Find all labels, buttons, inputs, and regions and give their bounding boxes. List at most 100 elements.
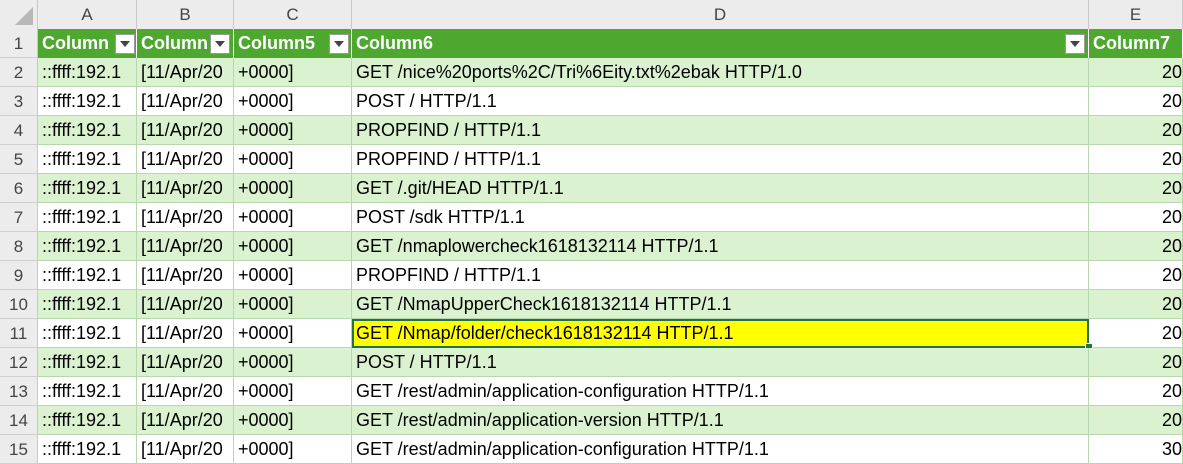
row-header-6[interactable]: 6 [0, 174, 38, 203]
cell-b[interactable]: [11/Apr/20 [137, 261, 234, 290]
row-header-14[interactable]: 14 [0, 406, 38, 435]
cell-e[interactable]: 30 [1089, 435, 1183, 464]
cell-e[interactable]: 20 [1089, 203, 1183, 232]
row-header-7[interactable]: 7 [0, 203, 38, 232]
row-header-11[interactable]: 11 [0, 319, 38, 348]
cell-e[interactable]: 20 [1089, 116, 1183, 145]
cell-c[interactable]: +0000] [234, 290, 352, 319]
cell-b[interactable]: [11/Apr/20 [137, 116, 234, 145]
column-header-e[interactable]: E [1089, 0, 1183, 29]
cell-c[interactable]: +0000] [234, 319, 352, 348]
cell-b[interactable]: [11/Apr/20 [137, 406, 234, 435]
row-header-5[interactable]: 5 [0, 145, 38, 174]
cell-e[interactable]: 20 [1089, 145, 1183, 174]
cell-c[interactable]: +0000] [234, 203, 352, 232]
cell-b[interactable]: [11/Apr/20 [137, 348, 234, 377]
row-header-12[interactable]: 12 [0, 348, 38, 377]
cell-b[interactable]: [11/Apr/20 [137, 203, 234, 232]
cell-d[interactable]: GET /rest/admin/application-configuratio… [352, 377, 1089, 406]
table-row: ::ffff:192.1 [11/Apr/20 +0000] GET /nice%20… [38, 58, 1183, 87]
cell-b[interactable]: [11/Apr/20 [137, 435, 234, 464]
cell-c[interactable]: +0000] [234, 435, 352, 464]
header-cell-column6[interactable]: Column6 [352, 29, 1089, 58]
cell-a[interactable]: ::ffff:192.1 [38, 116, 137, 145]
cell-d[interactable]: GET /rest/admin/application-configuratio… [352, 435, 1089, 464]
filter-dropdown-icon[interactable] [115, 34, 135, 54]
row-header-13[interactable]: 13 [0, 377, 38, 406]
cell-e[interactable]: 20 [1089, 348, 1183, 377]
row-header-4[interactable]: 4 [0, 116, 38, 145]
row-header-9[interactable]: 9 [0, 261, 38, 290]
column-header-c[interactable]: C [234, 0, 352, 29]
cell-d[interactable]: GET /nmaplowercheck1618132114 HTTP/1.1 [352, 232, 1089, 261]
cell-c[interactable]: +0000] [234, 174, 352, 203]
cell-c[interactable]: +0000] [234, 87, 352, 116]
cell-b[interactable]: [11/Apr/20 [137, 87, 234, 116]
column-header-a[interactable]: A [38, 0, 137, 29]
cell-d[interactable]: POST /sdk HTTP/1.1 [352, 203, 1089, 232]
cell-a[interactable]: ::ffff:192.1 [38, 261, 137, 290]
cell-e[interactable]: 20 [1089, 58, 1183, 87]
cell-d[interactable]: GET /NmapUpperCheck1618132114 HTTP/1.1 [352, 290, 1089, 319]
filter-dropdown-icon[interactable] [1065, 34, 1085, 54]
cell-d[interactable]: PROPFIND / HTTP/1.1 [352, 145, 1089, 174]
cell-d[interactable]: POST / HTTP/1.1 [352, 348, 1089, 377]
cell-a[interactable]: ::ffff:192.1 [38, 348, 137, 377]
cell-c[interactable]: +0000] [234, 406, 352, 435]
row-header-3[interactable]: 3 [0, 87, 38, 116]
cell-b[interactable]: [11/Apr/20 [137, 58, 234, 87]
cell-a[interactable]: ::ffff:192.1 [38, 145, 137, 174]
cell-d[interactable]: PROPFIND / HTTP/1.1 [352, 261, 1089, 290]
cell-a[interactable]: ::ffff:192.1 [38, 174, 137, 203]
select-all-button[interactable] [0, 0, 38, 29]
cell-c[interactable]: +0000] [234, 145, 352, 174]
cell-b[interactable]: [11/Apr/20 [137, 290, 234, 319]
cell-a[interactable]: ::ffff:192.1 [38, 406, 137, 435]
cell-e[interactable]: 20 [1089, 319, 1183, 348]
cell-e[interactable]: 20 [1089, 174, 1183, 203]
cell-b[interactable]: [11/Apr/20 [137, 232, 234, 261]
cell-a[interactable]: ::ffff:192.1 [38, 377, 137, 406]
column-header-d[interactable]: D [352, 0, 1089, 29]
cell-d[interactable]: POST / HTTP/1.1 [352, 87, 1089, 116]
cell-a[interactable]: ::ffff:192.1 [38, 87, 137, 116]
cell-b[interactable]: [11/Apr/20 [137, 319, 234, 348]
filter-dropdown-icon[interactable] [210, 34, 230, 54]
cell-a[interactable]: ::ffff:192.1 [38, 290, 137, 319]
cell-a[interactable]: ::ffff:192.1 [38, 203, 137, 232]
cell-d[interactable]: PROPFIND / HTTP/1.1 [352, 116, 1089, 145]
selected-cell[interactable]: GET /Nmap/folder/check1618132114 HTTP/1.… [352, 319, 1089, 348]
cell-b[interactable]: [11/Apr/20 [137, 174, 234, 203]
cell-e[interactable]: 20 [1089, 406, 1183, 435]
table-row: ::ffff:192.1 [11/Apr/20 +0000] GET /.git/HE… [38, 174, 1183, 203]
cell-a[interactable]: ::ffff:192.1 [38, 232, 137, 261]
cell-e[interactable]: 20 [1089, 290, 1183, 319]
row-header-10[interactable]: 10 [0, 290, 38, 319]
row-header-8[interactable]: 8 [0, 232, 38, 261]
cell-d[interactable]: GET /nice%20ports%2C/Tri%6Eity.txt%2ebak… [352, 58, 1089, 87]
cell-c[interactable]: +0000] [234, 116, 352, 145]
cell-c[interactable]: +0000] [234, 58, 352, 87]
cell-d[interactable]: GET /rest/admin/application-version HTTP… [352, 406, 1089, 435]
cell-c[interactable]: +0000] [234, 348, 352, 377]
cell-c[interactable]: +0000] [234, 377, 352, 406]
cell-d[interactable]: GET /.git/HEAD HTTP/1.1 [352, 174, 1089, 203]
header-cell-column7[interactable]: Column7 [1089, 29, 1183, 58]
row-header-2[interactable]: 2 [0, 58, 38, 87]
cell-a[interactable]: ::ffff:192.1 [38, 319, 137, 348]
row-header-1[interactable]: 1 [0, 29, 38, 58]
table-row: ::ffff:192.1 [11/Apr/20 +0000] PROPFIND / H… [38, 261, 1183, 290]
cell-c[interactable]: +0000] [234, 232, 352, 261]
cell-a[interactable]: ::ffff:192.1 [38, 435, 137, 464]
cell-e[interactable]: 20 [1089, 377, 1183, 406]
cell-e[interactable]: 20 [1089, 87, 1183, 116]
filter-dropdown-icon[interactable] [329, 34, 349, 54]
cell-b[interactable]: [11/Apr/20 [137, 145, 234, 174]
cell-e[interactable]: 20 [1089, 232, 1183, 261]
cell-a[interactable]: ::ffff:192.1 [38, 58, 137, 87]
column-header-b[interactable]: B [137, 0, 234, 29]
row-header-15[interactable]: 15 [0, 435, 38, 464]
cell-e[interactable]: 20 [1089, 261, 1183, 290]
cell-b[interactable]: [11/Apr/20 [137, 377, 234, 406]
cell-c[interactable]: +0000] [234, 261, 352, 290]
